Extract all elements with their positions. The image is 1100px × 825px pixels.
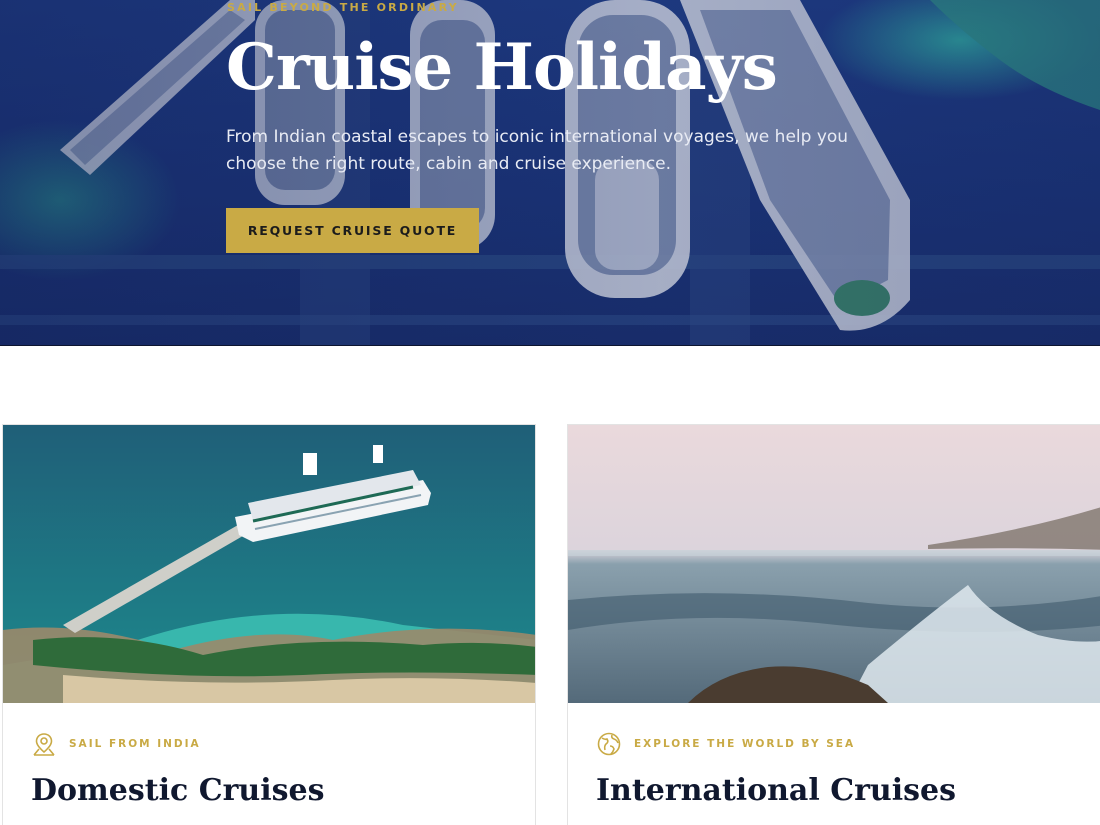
international-cruises-card[interactable]: EXPLORE THE WORLD BY SEA International C… <box>567 424 1100 825</box>
hero-eyebrow: SAIL BEYOND THE ORDINARY <box>227 1 459 14</box>
international-card-meta: EXPLORE THE WORLD BY SEA <box>596 731 855 757</box>
domestic-card-eyebrow: SAIL FROM INDIA <box>69 738 201 750</box>
international-card-eyebrow: EXPLORE THE WORLD BY SEA <box>634 738 856 750</box>
request-cruise-quote-button[interactable]: REQUEST CRUISE QUOTE <box>226 208 479 253</box>
international-card-title[interactable]: International Cruises <box>596 773 956 808</box>
domestic-card-title[interactable]: Domestic Cruises <box>31 773 324 808</box>
map-pin-icon <box>31 731 57 757</box>
domestic-cruises-card[interactable]: SAIL FROM INDIA Domestic Cruises <box>2 424 536 825</box>
globe-icon <box>596 731 622 757</box>
hero-divider <box>0 345 1100 346</box>
international-cruise-image <box>568 425 1100 703</box>
hero-section: SAIL BEYOND THE ORDINARY Cruise Holidays… <box>0 0 1100 346</box>
hero-title: Cruise Holidays <box>226 30 778 105</box>
hero-description: From Indian coastal escapes to iconic in… <box>226 127 849 174</box>
domestic-cruise-image <box>3 425 535 703</box>
domestic-card-meta: SAIL FROM INDIA <box>31 731 201 757</box>
